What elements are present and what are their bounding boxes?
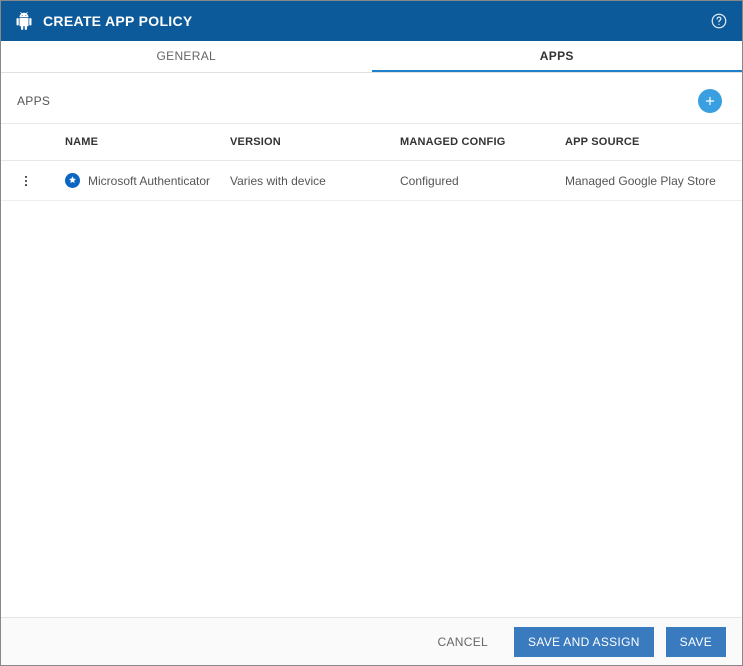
android-icon bbox=[15, 12, 33, 30]
tab-apps[interactable]: APPS bbox=[372, 41, 743, 72]
col-header-version: VERSION bbox=[230, 136, 400, 148]
plus-icon bbox=[703, 94, 717, 108]
help-icon[interactable] bbox=[710, 12, 728, 30]
cell-version: Varies with device bbox=[230, 174, 400, 188]
section-title: APPS bbox=[17, 94, 50, 108]
save-button[interactable]: SAVE bbox=[666, 627, 726, 657]
tab-general[interactable]: GENERAL bbox=[1, 41, 372, 72]
cell-name: Microsoft Authenticator bbox=[65, 173, 230, 188]
app-icon bbox=[65, 173, 80, 188]
cell-source: Managed Google Play Store bbox=[565, 174, 742, 188]
row-actions-menu[interactable] bbox=[19, 174, 65, 188]
more-vert-icon bbox=[19, 174, 33, 188]
add-app-button[interactable] bbox=[698, 89, 722, 113]
apps-table: NAME VERSION MANAGED CONFIG APP SOURCE bbox=[1, 124, 742, 201]
section-header: APPS bbox=[1, 73, 742, 124]
cell-name-text: Microsoft Authenticator bbox=[88, 174, 210, 188]
col-header-name: NAME bbox=[65, 136, 230, 148]
footer: CANCEL SAVE AND ASSIGN SAVE bbox=[1, 617, 742, 665]
table-row: Microsoft Authenticator Varies with devi… bbox=[1, 161, 742, 201]
save-and-assign-button[interactable]: SAVE AND ASSIGN bbox=[514, 627, 654, 657]
content-area: APPS NAME VERSION MANAGED CONFIG APP SOU… bbox=[1, 73, 742, 617]
cancel-button[interactable]: CANCEL bbox=[424, 627, 502, 657]
col-actions-spacer bbox=[19, 136, 65, 148]
tab-bar: GENERAL APPS bbox=[1, 41, 742, 73]
col-header-managed: MANAGED CONFIG bbox=[400, 136, 565, 148]
cell-managed: Configured bbox=[400, 174, 565, 188]
page-title: CREATE APP POLICY bbox=[43, 13, 710, 29]
col-header-source: APP SOURCE bbox=[565, 136, 742, 148]
table-header-row: NAME VERSION MANAGED CONFIG APP SOURCE bbox=[1, 124, 742, 161]
page-header: CREATE APP POLICY bbox=[1, 1, 742, 41]
